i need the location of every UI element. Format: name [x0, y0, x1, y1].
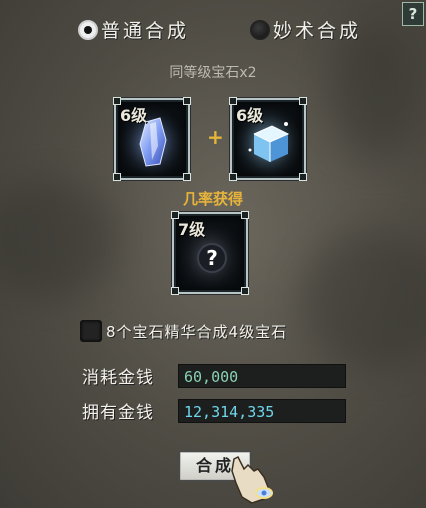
plus-sign: + [207, 125, 224, 149]
radio-label: 妙术合成 [273, 20, 362, 42]
gem-level-label: 6级 [120, 106, 148, 125]
gem-level-label: 6级 [236, 106, 264, 125]
gem-slot-input-2[interactable]: 6级 [229, 97, 307, 181]
svg-text:?: ? [206, 246, 218, 270]
chance-text: 几率获得 [182, 190, 243, 208]
mode-selector: 普通合成 妙术合成 [0, 16, 426, 48]
cost-money-value: 60,000 [178, 363, 346, 388]
radio-dot-icon [78, 19, 98, 40]
gem-slot-input-1[interactable]: 6级 [113, 97, 191, 181]
gem-slot-output[interactable]: ? 7级 [171, 211, 249, 295]
radio-label: 普通合成 [101, 20, 190, 42]
requirement-text: 同等级宝石x2 [169, 65, 257, 81]
owned-money-value: 12,314,335 [178, 398, 346, 423]
hand-cursor-icon [231, 455, 273, 504]
cost-money-row: 消耗金钱 60,000 [82, 363, 346, 388]
radio-magic-synthesis[interactable]: 妙术合成 [250, 16, 361, 43]
owned-money-row: 拥有金钱 12,314,335 [82, 398, 346, 423]
essence-synthesis-checkbox[interactable] [80, 320, 102, 342]
cost-money-label: 消耗金钱 [82, 368, 154, 388]
radio-normal-synthesis[interactable]: 普通合成 [78, 16, 189, 43]
gem-level-label: 7级 [178, 220, 206, 239]
owned-money-label: 拥有金钱 [82, 403, 154, 423]
essence-synthesis-checkbox-row[interactable]: 8个宝石精华合成4级宝石 [80, 320, 287, 342]
checkbox-label: 8个宝石精华合成4级宝石 [106, 322, 288, 341]
ink-wash-decoration [300, 230, 426, 370]
radio-dot-icon [250, 19, 270, 40]
